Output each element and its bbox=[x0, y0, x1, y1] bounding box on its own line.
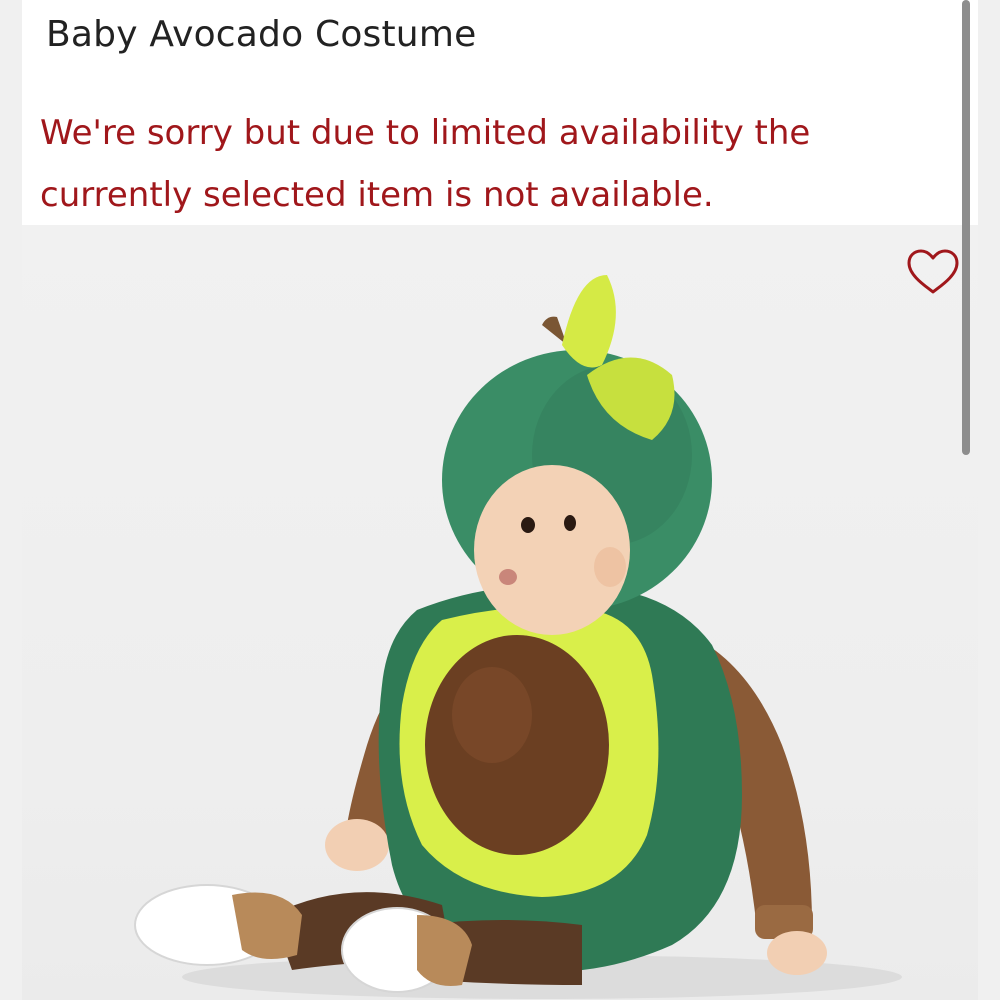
avocado-pit-shade bbox=[452, 667, 532, 763]
product-title: Baby Avocado Costume bbox=[46, 14, 477, 55]
ear bbox=[594, 547, 626, 587]
left-hand bbox=[325, 819, 389, 871]
availability-message: We're sorry but due to limited availabil… bbox=[40, 113, 811, 215]
product-image-container[interactable] bbox=[22, 225, 978, 1000]
left-edge bbox=[0, 0, 22, 1000]
left-eye bbox=[521, 517, 535, 533]
right-eye bbox=[564, 515, 576, 531]
right-hand bbox=[767, 931, 827, 975]
heart-outline-icon bbox=[907, 249, 959, 294]
scrollbar-thumb[interactable] bbox=[962, 0, 970, 455]
product-page: Baby Avocado Costume We're sorry but due… bbox=[0, 0, 1000, 1000]
left-shoe-upper bbox=[232, 892, 302, 959]
favorite-button[interactable] bbox=[900, 244, 966, 300]
right-edge bbox=[978, 0, 1000, 1000]
mouth bbox=[499, 569, 517, 585]
product-image bbox=[134, 275, 902, 999]
